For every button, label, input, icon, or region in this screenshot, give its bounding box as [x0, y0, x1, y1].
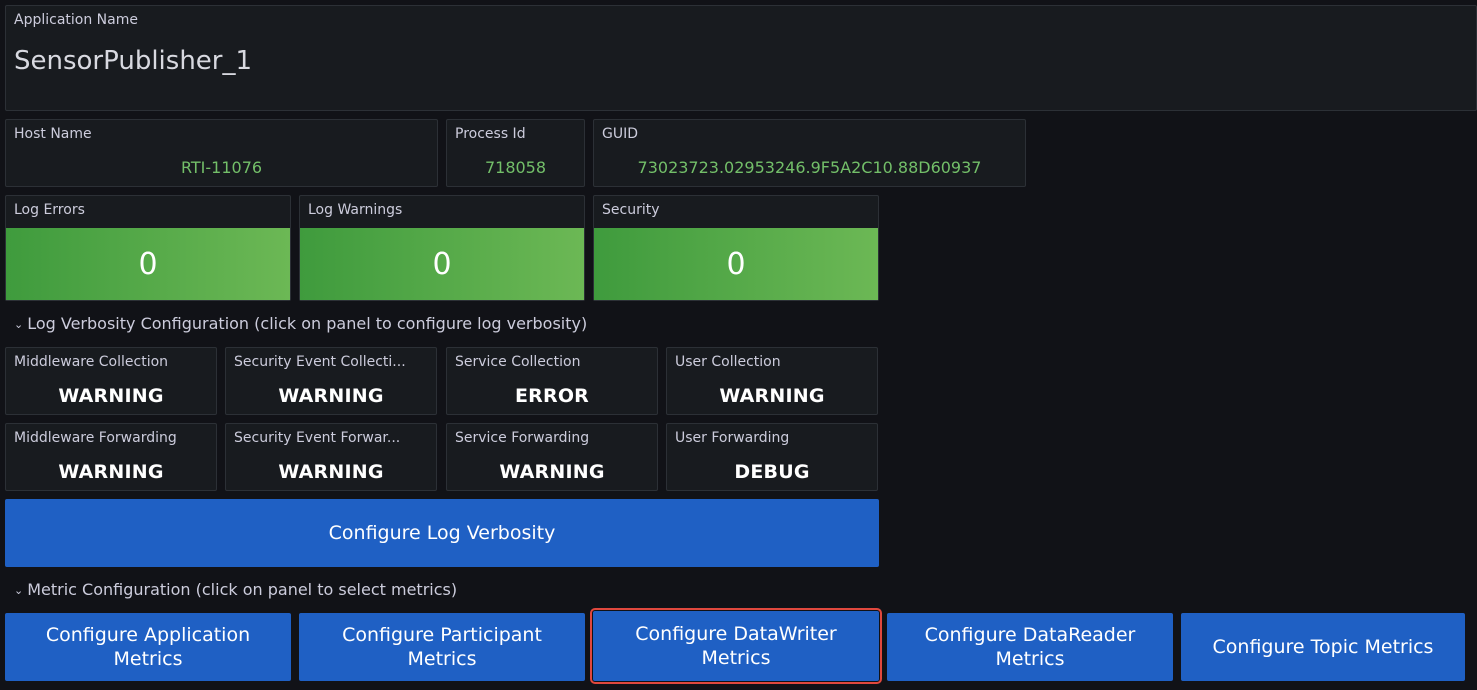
process-id-panel: Process Id 718058: [446, 119, 585, 187]
configure-application-metrics-button[interactable]: Configure Application Metrics: [5, 613, 291, 681]
verbosity-level: WARNING: [499, 461, 605, 483]
verbosity-level: WARNING: [278, 461, 384, 483]
user-forwarding-panel[interactable]: User Forwarding DEBUG: [666, 423, 878, 491]
section-label: Metric Configuration (click on panel to …: [27, 580, 458, 599]
panel-title: Security Event Forwar...: [234, 430, 401, 446]
panel-title: GUID: [602, 126, 639, 142]
configure-datareader-metrics-button[interactable]: Configure DataReader Metrics: [887, 613, 1173, 681]
service-collection-panel[interactable]: Service Collection ERROR: [446, 347, 658, 415]
chevron-down-icon: ⌄: [14, 318, 24, 331]
log-errors-panel: Log Errors 0: [5, 195, 291, 301]
button-label-line1: Configure Application: [45, 624, 251, 646]
panel-title: Security Event Collecti...: [234, 354, 406, 370]
section-label: Log Verbosity Configuration (click on pa…: [27, 314, 588, 333]
panel-title: User Forwarding: [675, 430, 790, 446]
verbosity-level: DEBUG: [734, 461, 810, 483]
button-label-line1: Configure DataWriter: [635, 623, 837, 645]
panel-title: Middleware Collection: [14, 354, 169, 370]
log-errors-value: 0: [6, 228, 290, 300]
chevron-down-icon: ⌄: [14, 584, 24, 597]
button-label-line1: Configure DataReader: [924, 624, 1136, 646]
security-panel: Security 0: [593, 195, 879, 301]
button-label-line2: Metrics: [407, 648, 477, 670]
panel-title: Service Forwarding: [455, 430, 590, 446]
configure-log-verbosity-button[interactable]: Configure Log Verbosity: [5, 499, 879, 567]
button-label-line2: Metrics: [113, 648, 183, 670]
button-label-line1: Configure Topic Metrics: [1212, 636, 1434, 658]
application-name-value: SensorPublisher_1: [14, 46, 253, 76]
panel-title: Process Id: [455, 126, 526, 142]
log-warnings-value: 0: [300, 228, 584, 300]
host-name-value: RTI-11076: [180, 158, 263, 177]
verbosity-level: WARNING: [278, 385, 384, 407]
panel-title: Application Name: [14, 12, 138, 28]
log-verbosity-section-header[interactable]: ⌄ Log Verbosity Configuration (click on p…: [14, 314, 587, 333]
guid-panel: GUID 73023723.02953246.9F5A2C10.88D60937: [593, 119, 1026, 187]
button-label-line2: Metrics: [701, 647, 771, 669]
user-collection-panel[interactable]: User Collection WARNING: [666, 347, 878, 415]
configure-datawriter-metrics-button[interactable]: Configure DataWriter Metrics: [590, 608, 882, 684]
panel-title: Service Collection: [455, 354, 581, 370]
middleware-collection-panel[interactable]: Middleware Collection WARNING: [5, 347, 217, 415]
configure-participant-metrics-button[interactable]: Configure Participant Metrics: [299, 613, 585, 681]
panel-title: Log Warnings: [308, 202, 403, 218]
verbosity-level: WARNING: [58, 385, 164, 407]
guid-value: 73023723.02953246.9F5A2C10.88D60937: [637, 158, 982, 177]
panel-title: Middleware Forwarding: [14, 430, 177, 446]
security-event-forwarding-panel[interactable]: Security Event Forwar... WARNING: [225, 423, 437, 491]
configure-topic-metrics-button[interactable]: Configure Topic Metrics: [1181, 613, 1465, 681]
panel-title: Security: [602, 202, 660, 218]
metric-configuration-section-header[interactable]: ⌄ Metric Configuration (click on panel to…: [14, 580, 457, 599]
button-label-line2: Metrics: [995, 648, 1065, 670]
security-event-collection-panel[interactable]: Security Event Collecti... WARNING: [225, 347, 437, 415]
process-id-value: 718058: [484, 158, 547, 177]
security-value: 0: [594, 228, 878, 300]
panel-title: User Collection: [675, 354, 781, 370]
panel-title: Host Name: [14, 126, 92, 142]
verbosity-level: ERROR: [514, 385, 590, 407]
middleware-forwarding-panel[interactable]: Middleware Forwarding WARNING: [5, 423, 217, 491]
log-warnings-panel: Log Warnings 0: [299, 195, 585, 301]
verbosity-level: WARNING: [58, 461, 164, 483]
application-name-panel: Application Name SensorPublisher_1: [5, 5, 1477, 111]
verbosity-level: WARNING: [719, 385, 825, 407]
service-forwarding-panel[interactable]: Service Forwarding WARNING: [446, 423, 658, 491]
host-name-panel: Host Name RTI-11076: [5, 119, 438, 187]
button-label-line1: Configure Participant: [342, 624, 542, 646]
panel-title: Log Errors: [14, 202, 85, 218]
